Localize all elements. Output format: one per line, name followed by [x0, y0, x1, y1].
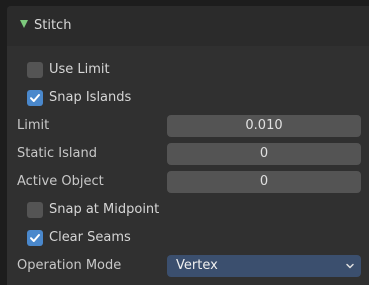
use-limit-label: Use Limit [49, 62, 110, 77]
snap-at-midpoint-checkbox[interactable] [27, 202, 43, 218]
panel-header[interactable]: Stitch [7, 6, 369, 46]
limit-label: Limit [17, 118, 50, 133]
clear-seams-checkbox[interactable] [27, 230, 43, 246]
use-limit-checkbox[interactable] [27, 62, 43, 78]
stitch-panel: Stitch Use Limit Snap Islands Limit 0.01… [7, 6, 369, 285]
active-object-row: Active Object 0 [7, 168, 369, 196]
chevron-down-icon [346, 263, 354, 269]
operation-mode-dropdown[interactable]: Vertex [167, 255, 361, 277]
static-island-row: Static Island 0 [7, 140, 369, 168]
operation-mode-value: Vertex [176, 258, 218, 273]
snap-at-midpoint-label: Snap at Midpoint [49, 202, 160, 217]
snap-islands-label: Snap Islands [49, 90, 132, 105]
operation-mode-row: Operation Mode Vertex [7, 252, 369, 280]
clear-seams-row[interactable]: Clear Seams [7, 224, 369, 252]
static-island-label: Static Island [17, 146, 97, 161]
clear-seams-label: Clear Seams [49, 230, 131, 245]
disclosure-triangle-icon[interactable] [20, 20, 28, 28]
static-island-field[interactable]: 0 [167, 143, 361, 165]
snap-at-midpoint-row[interactable]: Snap at Midpoint [7, 196, 369, 224]
checkmark-icon [30, 94, 40, 102]
limit-row: Limit 0.010 [7, 112, 369, 140]
checkmark-icon [30, 234, 40, 242]
use-limit-row[interactable]: Use Limit [7, 56, 369, 84]
active-object-field[interactable]: 0 [167, 171, 361, 193]
active-object-label: Active Object [17, 174, 104, 189]
panel-title: Stitch [34, 18, 72, 33]
limit-field[interactable]: 0.010 [167, 115, 361, 137]
snap-islands-checkbox[interactable] [27, 90, 43, 106]
operation-mode-label: Operation Mode [17, 258, 122, 273]
snap-islands-row[interactable]: Snap Islands [7, 84, 369, 112]
